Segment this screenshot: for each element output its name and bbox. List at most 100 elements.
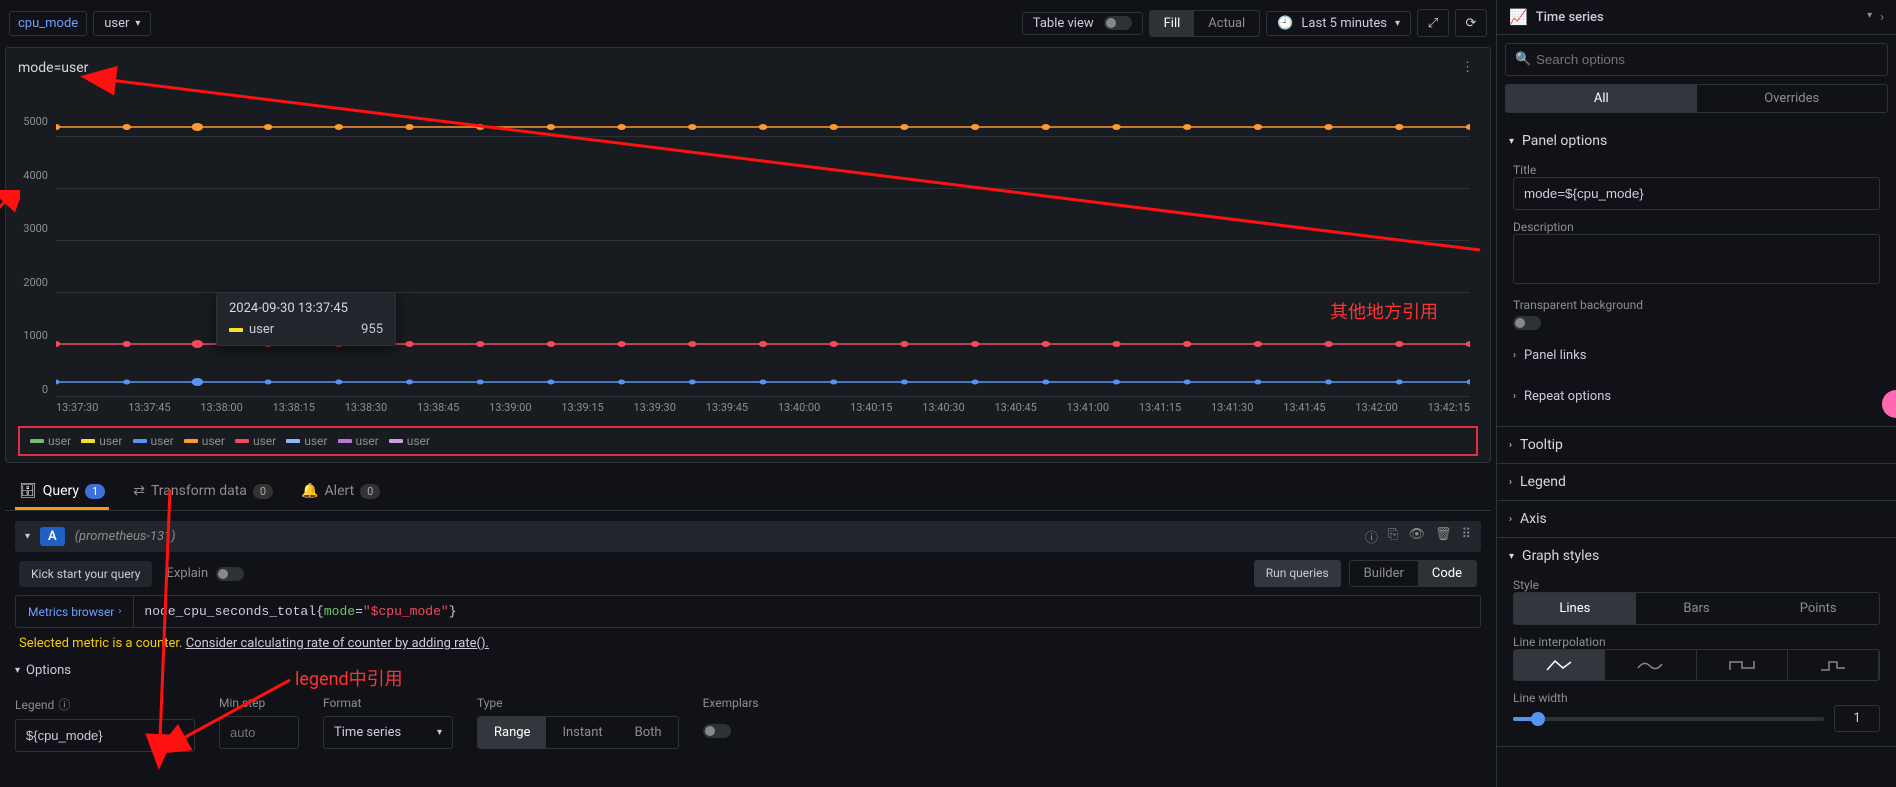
- y-tick: 5000: [10, 115, 54, 128]
- all-tab[interactable]: All: [1506, 85, 1697, 112]
- line-width-slider[interactable]: [1513, 717, 1824, 721]
- x-tick: 13:38:15: [273, 401, 315, 414]
- run-queries-button[interactable]: Run queries: [1254, 560, 1341, 587]
- interp-step-before-button[interactable]: [1697, 650, 1788, 680]
- copy-icon[interactable]: ⎘: [1388, 527, 1398, 546]
- format-label: Format: [323, 696, 453, 710]
- panel-links-row[interactable]: ›Panel links: [1513, 340, 1880, 371]
- trash-icon[interactable]: 🗑: [1435, 527, 1452, 546]
- x-tick: 13:39:00: [489, 401, 531, 414]
- legend-item[interactable]: user: [30, 434, 71, 448]
- zoom-out-icon: ⤢: [1428, 16, 1438, 31]
- chart-area[interactable]: 5000 4000 3000 2000 1000 0 13:37:3: [6, 87, 1490, 426]
- time-series-icon: 📈: [1509, 8, 1528, 26]
- legend-item[interactable]: user: [286, 434, 327, 448]
- legend-label: user: [304, 434, 327, 448]
- tab-query[interactable]: 🗄 Query 1: [15, 475, 109, 510]
- repeat-options-row[interactable]: ›Repeat options: [1513, 381, 1880, 412]
- explain-toggle[interactable]: Explain: [166, 566, 244, 581]
- type-instant-button[interactable]: Instant: [546, 717, 618, 748]
- fill-button[interactable]: Fill: [1150, 11, 1195, 36]
- style-bars-button[interactable]: Bars: [1636, 593, 1758, 624]
- exemplars-switch[interactable]: [703, 724, 731, 738]
- tab-query-label: Query: [43, 483, 79, 499]
- help-icon[interactable]: ⓘ: [1365, 527, 1378, 546]
- transparent-label: Transparent background: [1513, 298, 1880, 312]
- chevron-right-icon[interactable]: ›: [1880, 10, 1884, 25]
- title-field-input[interactable]: [1513, 177, 1880, 210]
- all-overrides-segment[interactable]: All Overrides: [1505, 84, 1888, 113]
- legend-item[interactable]: user: [81, 434, 122, 448]
- kickstart-button[interactable]: Kick start your query: [19, 561, 152, 587]
- section-panel-options[interactable]: ▾Panel options: [1497, 123, 1896, 159]
- tab-transform-label: Transform data: [151, 483, 247, 499]
- format-select[interactable]: Time series ▾: [323, 716, 453, 749]
- variable-name-chip[interactable]: cpu_mode: [9, 11, 87, 36]
- transparent-switch[interactable]: [1513, 316, 1541, 330]
- search-options-input[interactable]: [1505, 43, 1888, 76]
- x-tick: 13:40:45: [994, 401, 1036, 414]
- interp-linear-button[interactable]: [1514, 650, 1605, 680]
- options-label: Options: [26, 663, 71, 678]
- zoom-out-button[interactable]: ⤢: [1417, 9, 1449, 37]
- chevron-down-icon[interactable]: ▾: [1867, 10, 1872, 25]
- tab-alert[interactable]: 🔔 Alert 0: [297, 475, 384, 510]
- fill-actual-segment[interactable]: Fill Actual: [1149, 10, 1261, 37]
- refresh-icon: ⟳: [1466, 16, 1477, 31]
- type-both-button[interactable]: Both: [619, 717, 678, 748]
- section-tooltip[interactable]: ›Tooltip: [1497, 427, 1896, 463]
- code-button[interactable]: Code: [1418, 561, 1476, 586]
- variable-value-dropdown[interactable]: user ▾: [93, 11, 151, 36]
- query-expression-input[interactable]: node_cpu_seconds_total{mode="$cpu_mode"}: [134, 595, 1481, 628]
- legend-color-icon: [30, 439, 44, 443]
- line-width-value[interactable]: 1: [1834, 705, 1880, 732]
- legend-label: user: [407, 434, 430, 448]
- builder-button[interactable]: Builder: [1350, 561, 1418, 586]
- drag-handle-icon[interactable]: ⠿: [1461, 527, 1471, 546]
- interp-step-after-button[interactable]: [1788, 650, 1879, 680]
- switch-icon: [216, 567, 244, 581]
- description-field-input[interactable]: [1513, 234, 1880, 284]
- legend-item[interactable]: user: [338, 434, 379, 448]
- legend-color-icon: [235, 439, 249, 443]
- options-sidebar: 📈 Time series ▾ › 🔍 All Overrides ▾Panel…: [1496, 0, 1896, 787]
- type-segment[interactable]: Range Instant Both: [477, 716, 679, 749]
- query-row-header[interactable]: ▾ A (prometheus-131) ⓘ ⎘ 👁 🗑 ⠿: [15, 521, 1481, 552]
- hint-fix-link[interactable]: Consider calculating rate of counter by …: [186, 636, 489, 651]
- legend-color-icon: [133, 439, 147, 443]
- section-axis[interactable]: ›Axis: [1497, 501, 1896, 537]
- style-segment[interactable]: Lines Bars Points: [1513, 592, 1880, 625]
- section-graph-styles[interactable]: ▾Graph styles: [1497, 538, 1896, 574]
- style-label: Style: [1513, 578, 1880, 592]
- legend-item[interactable]: user: [133, 434, 174, 448]
- interp-smooth-button[interactable]: [1605, 650, 1696, 680]
- table-view-toggle[interactable]: Table view: [1022, 12, 1143, 35]
- legend-item[interactable]: user: [389, 434, 430, 448]
- tab-transform-count: 0: [253, 484, 273, 499]
- interpolation-segment[interactable]: [1513, 649, 1880, 681]
- legend-item[interactable]: user: [184, 434, 225, 448]
- y-tick: 1000: [10, 329, 54, 342]
- editor-tabs: 🗄 Query 1 ⇄ Transform data 0 🔔 Alert 0: [5, 469, 1491, 511]
- panel-menu-button[interactable]: ⋮: [1457, 56, 1478, 79]
- refresh-button[interactable]: ⟳: [1455, 9, 1487, 37]
- x-tick: 13:40:00: [778, 401, 820, 414]
- viz-picker-header[interactable]: 📈 Time series ▾ ›: [1497, 0, 1896, 35]
- legend-input[interactable]: [15, 719, 195, 752]
- type-range-button[interactable]: Range: [478, 717, 546, 748]
- time-range-picker[interactable]: 🕘 Last 5 minutes ▾: [1266, 11, 1411, 36]
- style-lines-button[interactable]: Lines: [1514, 593, 1636, 624]
- metrics-browser-button[interactable]: Metrics browser ›: [15, 595, 134, 628]
- section-legend[interactable]: ›Legend: [1497, 464, 1896, 500]
- legend-label: user: [99, 434, 122, 448]
- overrides-tab[interactable]: Overrides: [1697, 85, 1888, 112]
- datasource-name: (prometheus-131): [75, 529, 176, 544]
- x-tick: 13:37:45: [128, 401, 170, 414]
- options-toggle[interactable]: ▾ Options: [15, 659, 1481, 682]
- style-points-button[interactable]: Points: [1757, 593, 1879, 624]
- legend-item[interactable]: user: [235, 434, 276, 448]
- minstep-input[interactable]: [219, 716, 299, 749]
- actual-button[interactable]: Actual: [1194, 11, 1259, 36]
- tab-transform[interactable]: ⇄ Transform data 0: [129, 475, 277, 510]
- eye-icon[interactable]: 👁: [1408, 527, 1425, 546]
